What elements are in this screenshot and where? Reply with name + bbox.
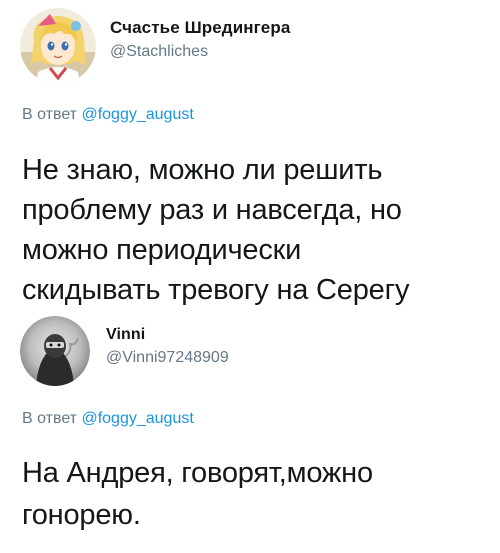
- tweet-text-line: проблему раз и навсегда, но: [22, 194, 402, 226]
- display-name[interactable]: Vinni: [106, 326, 229, 344]
- reply-context: В ответ @foggy_august: [22, 410, 194, 428]
- mention-link[interactable]: @foggy_august: [81, 410, 193, 427]
- tweet-text-line: Не знаю, можно ли решить: [22, 154, 383, 186]
- mention-link[interactable]: @foggy_august: [81, 106, 193, 123]
- user-handle[interactable]: @Stachliches: [110, 43, 290, 61]
- tweet-1-author[interactable]: Счастье Шредингера @Stachliches: [110, 18, 290, 61]
- reply-prefix: В ответ: [22, 106, 78, 123]
- user-handle[interactable]: @Vinni97248909: [106, 349, 229, 367]
- dark-figure-avatar[interactable]: [20, 316, 90, 386]
- anime-character-avatar[interactable]: [20, 8, 96, 84]
- tweet-2-author[interactable]: Vinni @Vinni97248909: [106, 326, 229, 367]
- tweet-text-line: На Андрея, говорят,можно: [22, 457, 373, 489]
- tweet-text: Не знаю, можно ли решить проблему раз и …: [22, 150, 492, 310]
- tweet-thread: Счастье Шредингера @Stachliches В ответ …: [0, 0, 500, 553]
- reply-prefix: В ответ: [22, 410, 78, 427]
- tweet-text: На Андрея, говорят,можно гонорею.: [22, 452, 492, 536]
- tweet-text-line: скидывать тревогу на Серегу: [22, 274, 410, 306]
- display-name[interactable]: Счастье Шредингера: [110, 18, 290, 38]
- tweet-text-line: гонорею.: [22, 499, 141, 531]
- tweet-text-line: можно периодически: [22, 234, 302, 266]
- reply-context: В ответ @foggy_august: [22, 106, 194, 124]
